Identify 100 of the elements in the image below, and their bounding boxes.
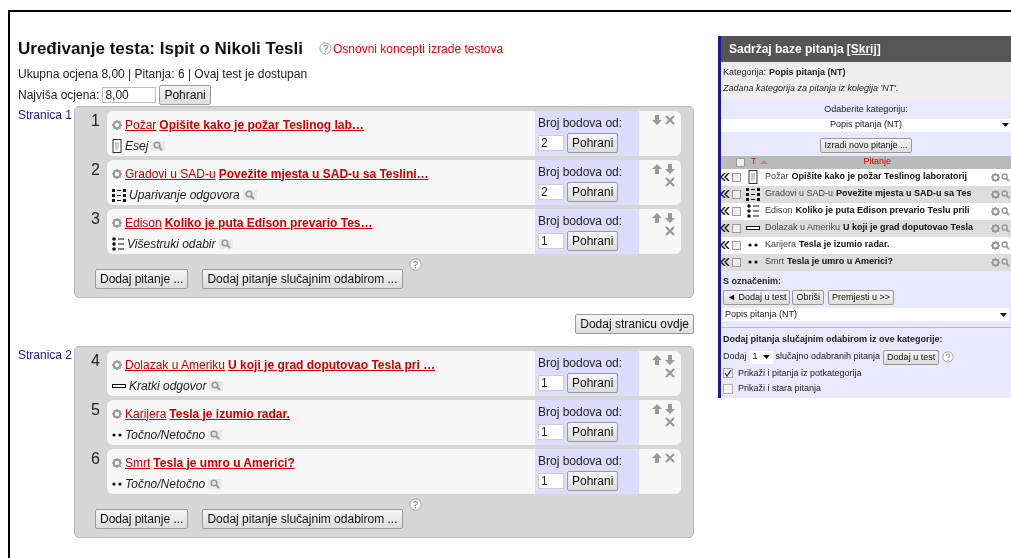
points-field[interactable]: 1 bbox=[538, 472, 564, 489]
double-chevron-icon[interactable] bbox=[721, 207, 730, 215]
hide-link[interactable]: [Skrij] bbox=[846, 40, 881, 58]
category-link[interactable]: Edison bbox=[125, 213, 162, 232]
up-arrow-icon[interactable] bbox=[652, 163, 662, 174]
row-checkbox[interactable] bbox=[732, 240, 741, 250]
help-icon bbox=[319, 42, 332, 56]
search-icon[interactable] bbox=[1001, 172, 1010, 182]
select-all-checkbox[interactable] bbox=[736, 157, 745, 167]
button[interactable]: Obriši bbox=[792, 290, 824, 305]
close-icon[interactable] bbox=[665, 114, 675, 125]
preview-button[interactable] bbox=[208, 429, 223, 440]
up-arrow-icon[interactable] bbox=[652, 212, 662, 223]
points-field[interactable]: 2 bbox=[538, 134, 564, 151]
option-checkbox[interactable] bbox=[723, 368, 733, 379]
points-label: Broj bodova od: bbox=[538, 403, 624, 421]
preview-button[interactable] bbox=[208, 478, 223, 489]
gear-icon[interactable] bbox=[991, 257, 1000, 267]
button[interactable]: Dodaj pitanje ... bbox=[95, 508, 189, 529]
category-dropdown[interactable]: Popis pitanja (NT) bbox=[723, 308, 1009, 321]
question-link[interactable]: Tesla je izumio radar. bbox=[169, 404, 290, 423]
row-checkbox[interactable] bbox=[732, 223, 741, 233]
double-chevron-icon[interactable] bbox=[721, 173, 730, 181]
preview-button[interactable] bbox=[151, 140, 166, 151]
question-link[interactable]: Koliko je puta Edison prevario Tes… bbox=[164, 213, 373, 232]
question-link[interactable]: Opišite kako je požar Teslinog lab… bbox=[159, 115, 364, 134]
button[interactable]: Izradi novo pitanje ... bbox=[820, 137, 912, 153]
gear-icon[interactable] bbox=[991, 206, 1000, 216]
question-number: 2 bbox=[91, 159, 101, 180]
help-icon bbox=[408, 257, 422, 271]
gear-icon[interactable] bbox=[991, 172, 1000, 182]
option-checkbox[interactable] bbox=[723, 383, 733, 394]
category-link[interactable]: Dolazak u Ameriku bbox=[125, 355, 226, 374]
row-checkbox[interactable] bbox=[732, 189, 741, 199]
preview-button[interactable] bbox=[218, 238, 233, 249]
points-field[interactable]: 1 bbox=[538, 232, 564, 249]
button[interactable]: ◄ Dodaj u test bbox=[723, 290, 791, 305]
count-dropdown[interactable]: 1 bbox=[749, 350, 773, 364]
up-arrow-icon[interactable] bbox=[652, 403, 662, 414]
double-chevron-icon[interactable] bbox=[721, 224, 730, 232]
double-chevron-icon[interactable] bbox=[721, 190, 730, 198]
gear-icon[interactable] bbox=[991, 240, 1000, 250]
up-arrow-icon[interactable] bbox=[652, 452, 662, 463]
gear-icon[interactable] bbox=[991, 189, 1000, 199]
up-arrow-icon[interactable] bbox=[652, 354, 662, 365]
button[interactable]: Dodaj u test bbox=[883, 349, 940, 365]
preview-button[interactable] bbox=[242, 189, 257, 200]
down-arrow-icon[interactable] bbox=[652, 114, 662, 125]
button[interactable]: Pohrani bbox=[567, 230, 619, 251]
category-link[interactable]: Smrt bbox=[125, 453, 151, 472]
double-chevron-icon[interactable] bbox=[721, 258, 730, 266]
gear-icon bbox=[112, 359, 122, 370]
question-link[interactable]: U koji je grad doputovao Tesla pri … bbox=[228, 355, 436, 374]
row-checkbox[interactable] bbox=[732, 172, 741, 182]
down-arrow-icon[interactable] bbox=[665, 354, 675, 365]
points-field[interactable]: 1 bbox=[538, 374, 564, 391]
button[interactable]: Premjesti u >> bbox=[827, 290, 894, 305]
button[interactable]: Dodaj pitanje slučajnim odabirom ... bbox=[202, 268, 403, 289]
max-grade-field[interactable]: 8,00 bbox=[102, 86, 157, 103]
points-field[interactable]: 2 bbox=[538, 183, 564, 200]
button[interactable]: Pohrani bbox=[567, 470, 619, 491]
close-icon[interactable] bbox=[665, 176, 675, 187]
button[interactable]: Dodaj pitanje ... bbox=[95, 268, 189, 289]
close-icon[interactable] bbox=[665, 367, 675, 378]
search-icon[interactable] bbox=[1001, 223, 1010, 233]
matching-list-icon bbox=[112, 187, 126, 202]
question-link[interactable]: Tesla je umro u Americi? bbox=[153, 453, 295, 472]
row-category: Smrt bbox=[765, 255, 784, 269]
button[interactable]: Pohrani bbox=[567, 421, 619, 442]
row-checkbox[interactable] bbox=[732, 206, 741, 216]
down-arrow-icon[interactable] bbox=[665, 403, 675, 414]
preview-button[interactable] bbox=[209, 380, 224, 391]
close-icon[interactable] bbox=[665, 225, 675, 236]
button[interactable]: Pohrani bbox=[159, 84, 211, 105]
down-arrow-icon[interactable] bbox=[665, 163, 675, 174]
button[interactable]: Pohrani bbox=[567, 372, 619, 393]
gear-icon[interactable] bbox=[991, 223, 1000, 233]
points-field[interactable]: 1 bbox=[538, 423, 564, 440]
button[interactable]: Dodaj stranicu ovdje bbox=[575, 313, 694, 334]
search-icon[interactable] bbox=[1001, 206, 1010, 216]
category-link[interactable]: Požar bbox=[125, 115, 157, 134]
close-icon[interactable] bbox=[665, 452, 675, 463]
category-link[interactable]: Karijera bbox=[125, 404, 167, 423]
double-chevron-icon[interactable] bbox=[721, 241, 730, 249]
category-link[interactable]: Gradovi u SAD-u bbox=[125, 164, 216, 183]
down-arrow-icon[interactable] bbox=[665, 212, 675, 223]
button[interactable]: Pohrani bbox=[567, 132, 619, 153]
help-link[interactable]: Osnovni koncepti izrade testova bbox=[319, 39, 504, 58]
dropdown-value: Popis pitanja (NT) bbox=[830, 118, 902, 132]
search-icon bbox=[211, 380, 222, 391]
close-icon[interactable] bbox=[665, 416, 675, 427]
question-link[interactable]: Povežite mjesta u SAD-u sa Teslini… bbox=[218, 164, 429, 183]
button[interactable]: Pohrani bbox=[567, 181, 619, 202]
search-icon[interactable] bbox=[1001, 240, 1010, 250]
button[interactable]: Dodaj pitanje slučajnim odabirom ... bbox=[202, 508, 403, 529]
category-dropdown[interactable]: Popis pitanja (NT) bbox=[721, 118, 1011, 132]
row-checkbox[interactable] bbox=[732, 257, 741, 267]
gear-icon bbox=[112, 119, 122, 130]
search-icon[interactable] bbox=[1001, 257, 1010, 267]
search-icon[interactable] bbox=[1001, 189, 1010, 199]
